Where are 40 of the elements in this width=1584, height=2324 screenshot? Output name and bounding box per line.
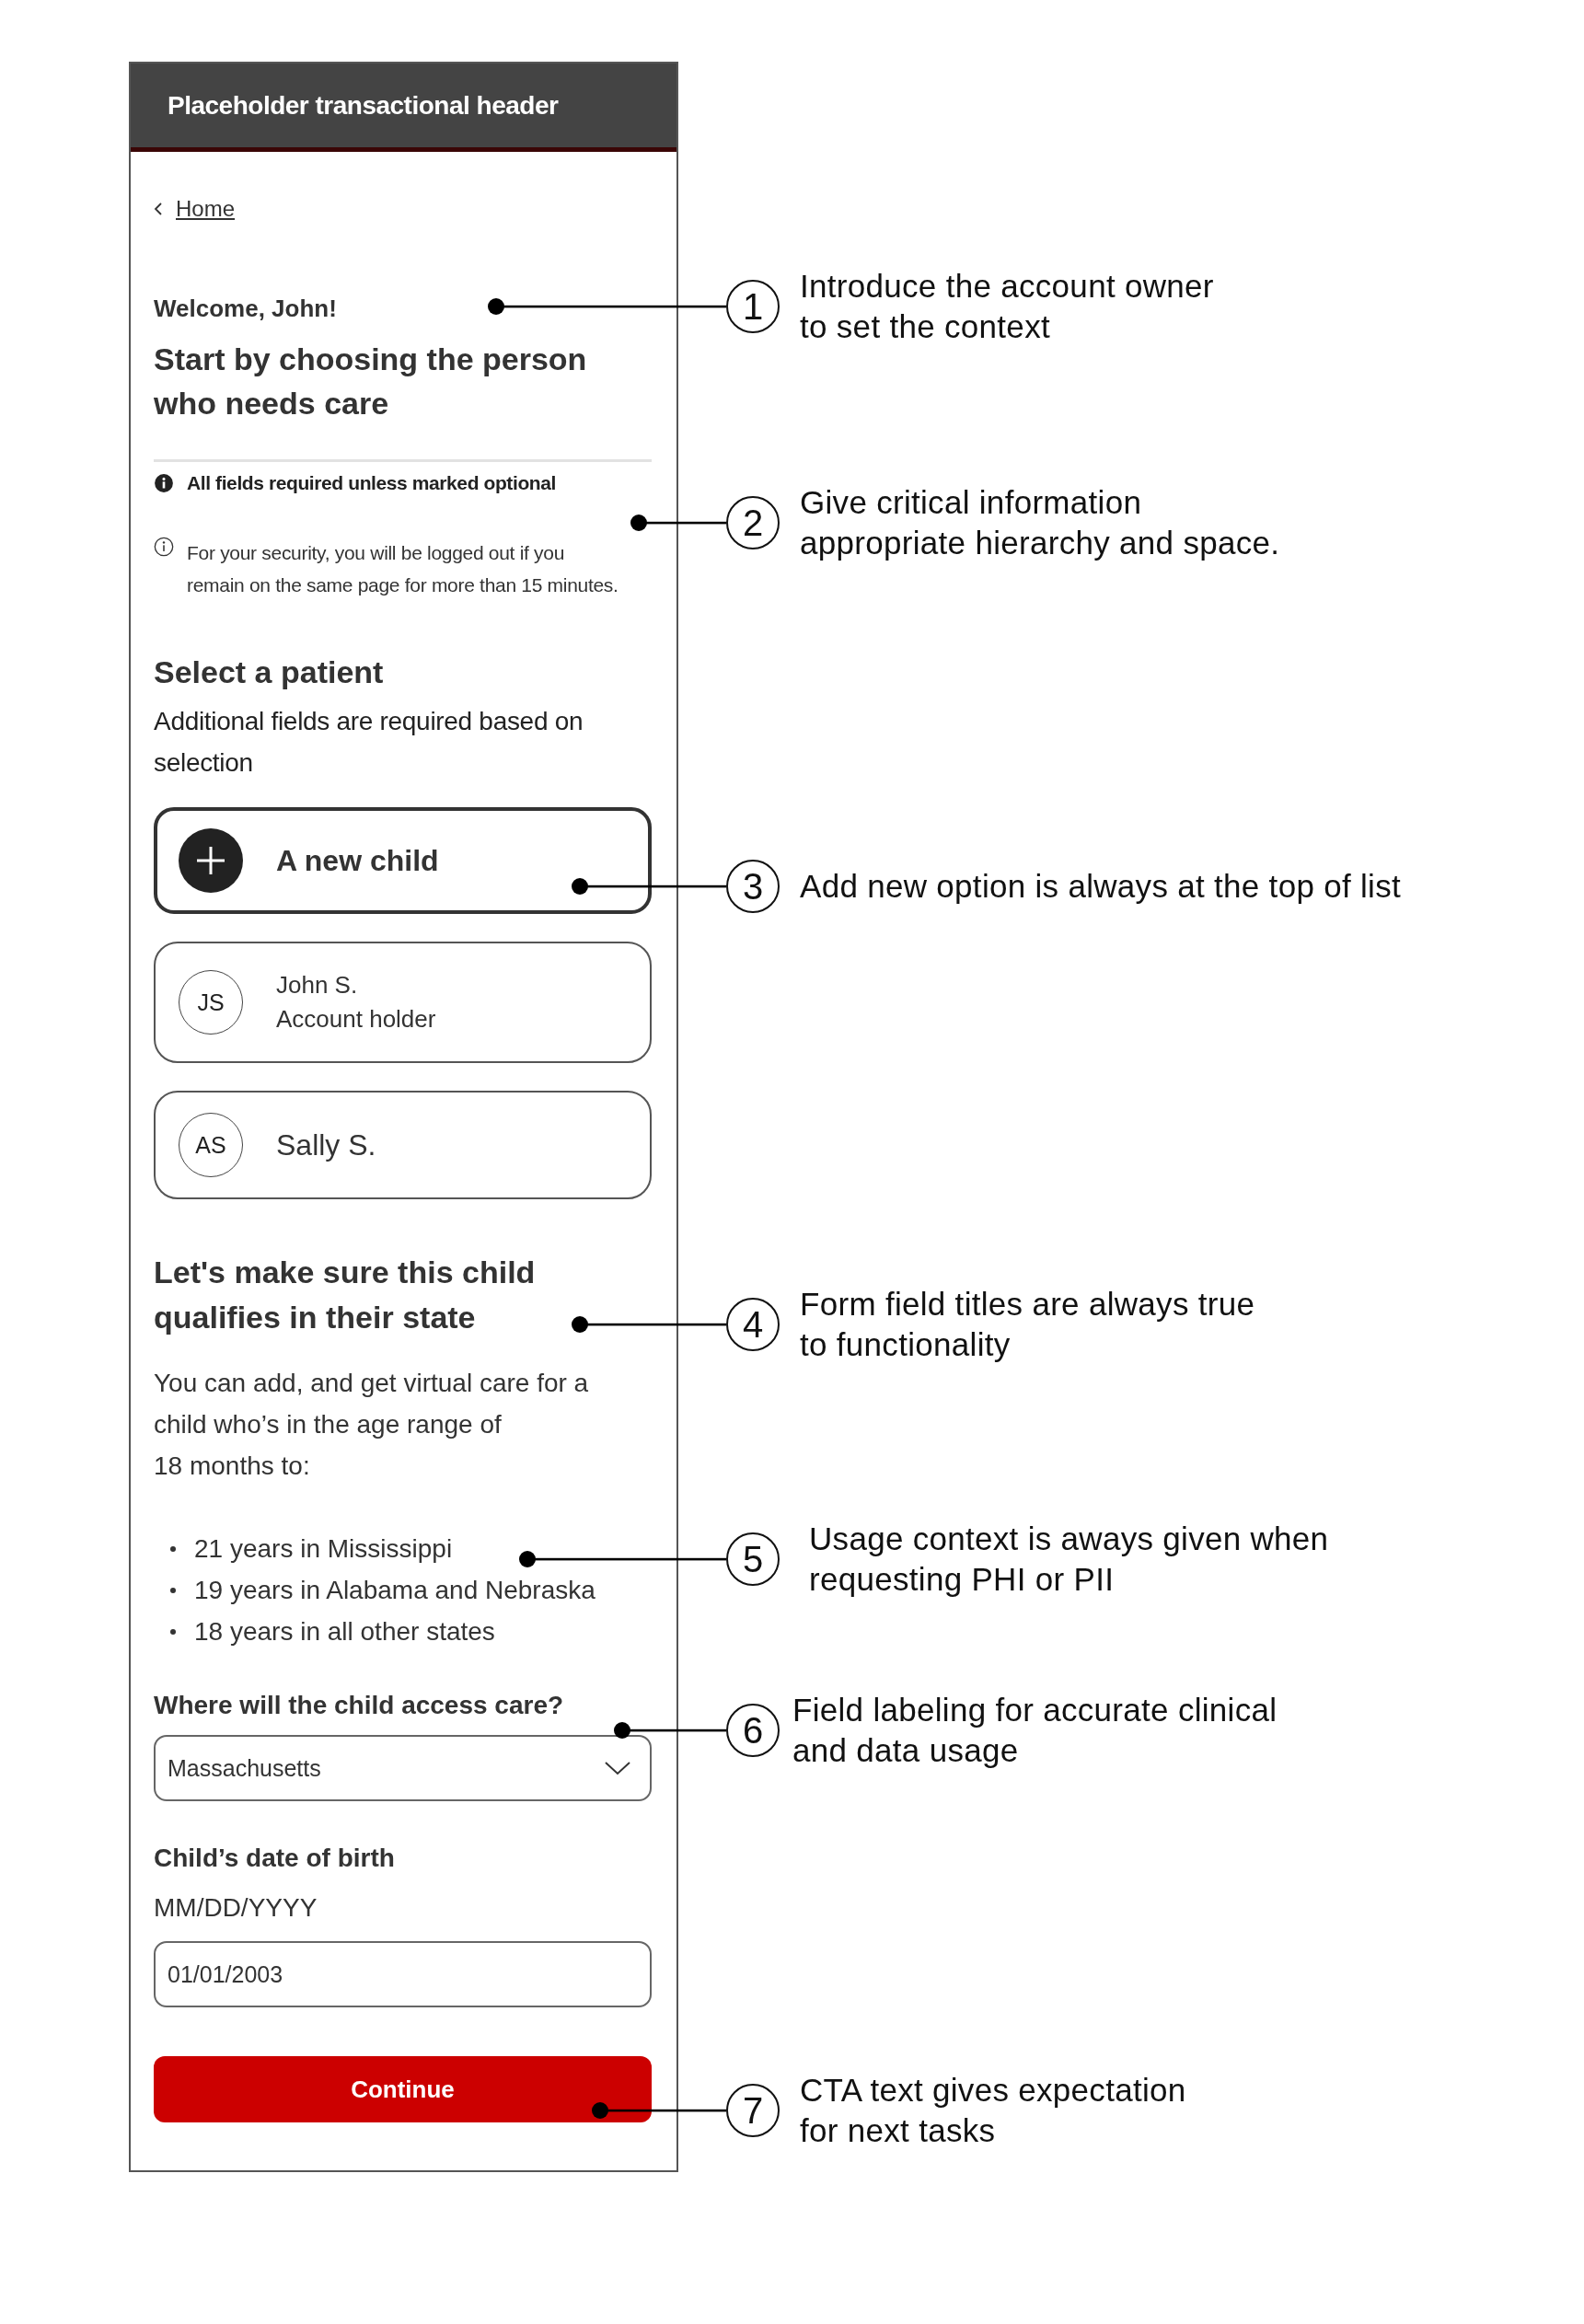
annotation-text: Introduce the account owner to set the context bbox=[800, 267, 1215, 346]
header-title: Placeholder transactional header bbox=[168, 90, 559, 121]
section-description: Additional fields are required based on selection bbox=[154, 706, 584, 779]
callout-number: 2 bbox=[726, 496, 780, 549]
callout-number: 4 bbox=[726, 1298, 780, 1351]
page-heading: Start by choosing the person who needs care bbox=[154, 341, 588, 422]
callout-number: 6 bbox=[726, 1704, 780, 1757]
patient-name: Sally S. bbox=[276, 1127, 376, 1162]
field-label: Where will the child access care? bbox=[154, 1690, 564, 1721]
section-description: You can add, and get virtual care for a child who’s in the age range of 18 months to: bbox=[154, 1368, 590, 1482]
age-limit-item: 19 years in Alabama and Nebraska bbox=[194, 1575, 595, 1605]
greeting-text: Welcome, John! bbox=[154, 294, 337, 324]
security-note: For your security, you will be logged out if you remain on the same page for more than 15 minutes. bbox=[187, 541, 619, 597]
required-note: All fields required unless marked optional bbox=[187, 472, 556, 494]
date-input-field[interactable]: 01/01/2003 bbox=[154, 1941, 652, 2007]
annotation-text: Field labeling for accurate clinical and data usage bbox=[792, 1691, 1278, 1770]
age-limit-item: 18 years in all other states bbox=[194, 1616, 495, 1647]
patient-role: Account holder bbox=[276, 1005, 436, 1034]
add-patient-card[interactable]: A new child bbox=[154, 807, 652, 914]
patient-name: John S. bbox=[276, 971, 359, 1000]
patient-card[interactable]: JS John S. Account holder bbox=[154, 942, 652, 1063]
section-title: Select a patient bbox=[154, 653, 384, 691]
annotation-text: CTA text gives expectation for next tasks bbox=[800, 2071, 1187, 2150]
age-limit-item: 21 years in Mississippi bbox=[194, 1533, 453, 1564]
callout-number: 7 bbox=[726, 2084, 780, 2137]
callout-number: 5 bbox=[726, 1532, 780, 1586]
section-title: Let's make sure this child qualifies in their state bbox=[154, 1254, 537, 1336]
annotation-text: Add new option is always at the top of list bbox=[800, 867, 1402, 906]
format-hint: MM/DD/YYYY bbox=[154, 1892, 318, 1924]
annotation-text: Usage context is aways given when requesting PHI or PII bbox=[809, 1520, 1330, 1599]
home-link[interactable]: Home bbox=[176, 196, 236, 222]
annotation-text: Form field titles are always true to functionality bbox=[800, 1285, 1256, 1364]
continue-button[interactable]: Continue bbox=[154, 2056, 652, 2122]
field-label: Child’s date of birth bbox=[154, 1843, 395, 1874]
callout-number: 1 bbox=[726, 280, 780, 333]
callout-number: 3 bbox=[726, 860, 780, 913]
annotation-text: Give critical information appropriate hierarchy and space. bbox=[800, 483, 1281, 562]
patient-name: A new child bbox=[276, 843, 439, 878]
state-dropdown[interactable]: Massachusetts bbox=[154, 1735, 652, 1801]
patient-card[interactable]: AS Sally S. bbox=[154, 1091, 652, 1199]
